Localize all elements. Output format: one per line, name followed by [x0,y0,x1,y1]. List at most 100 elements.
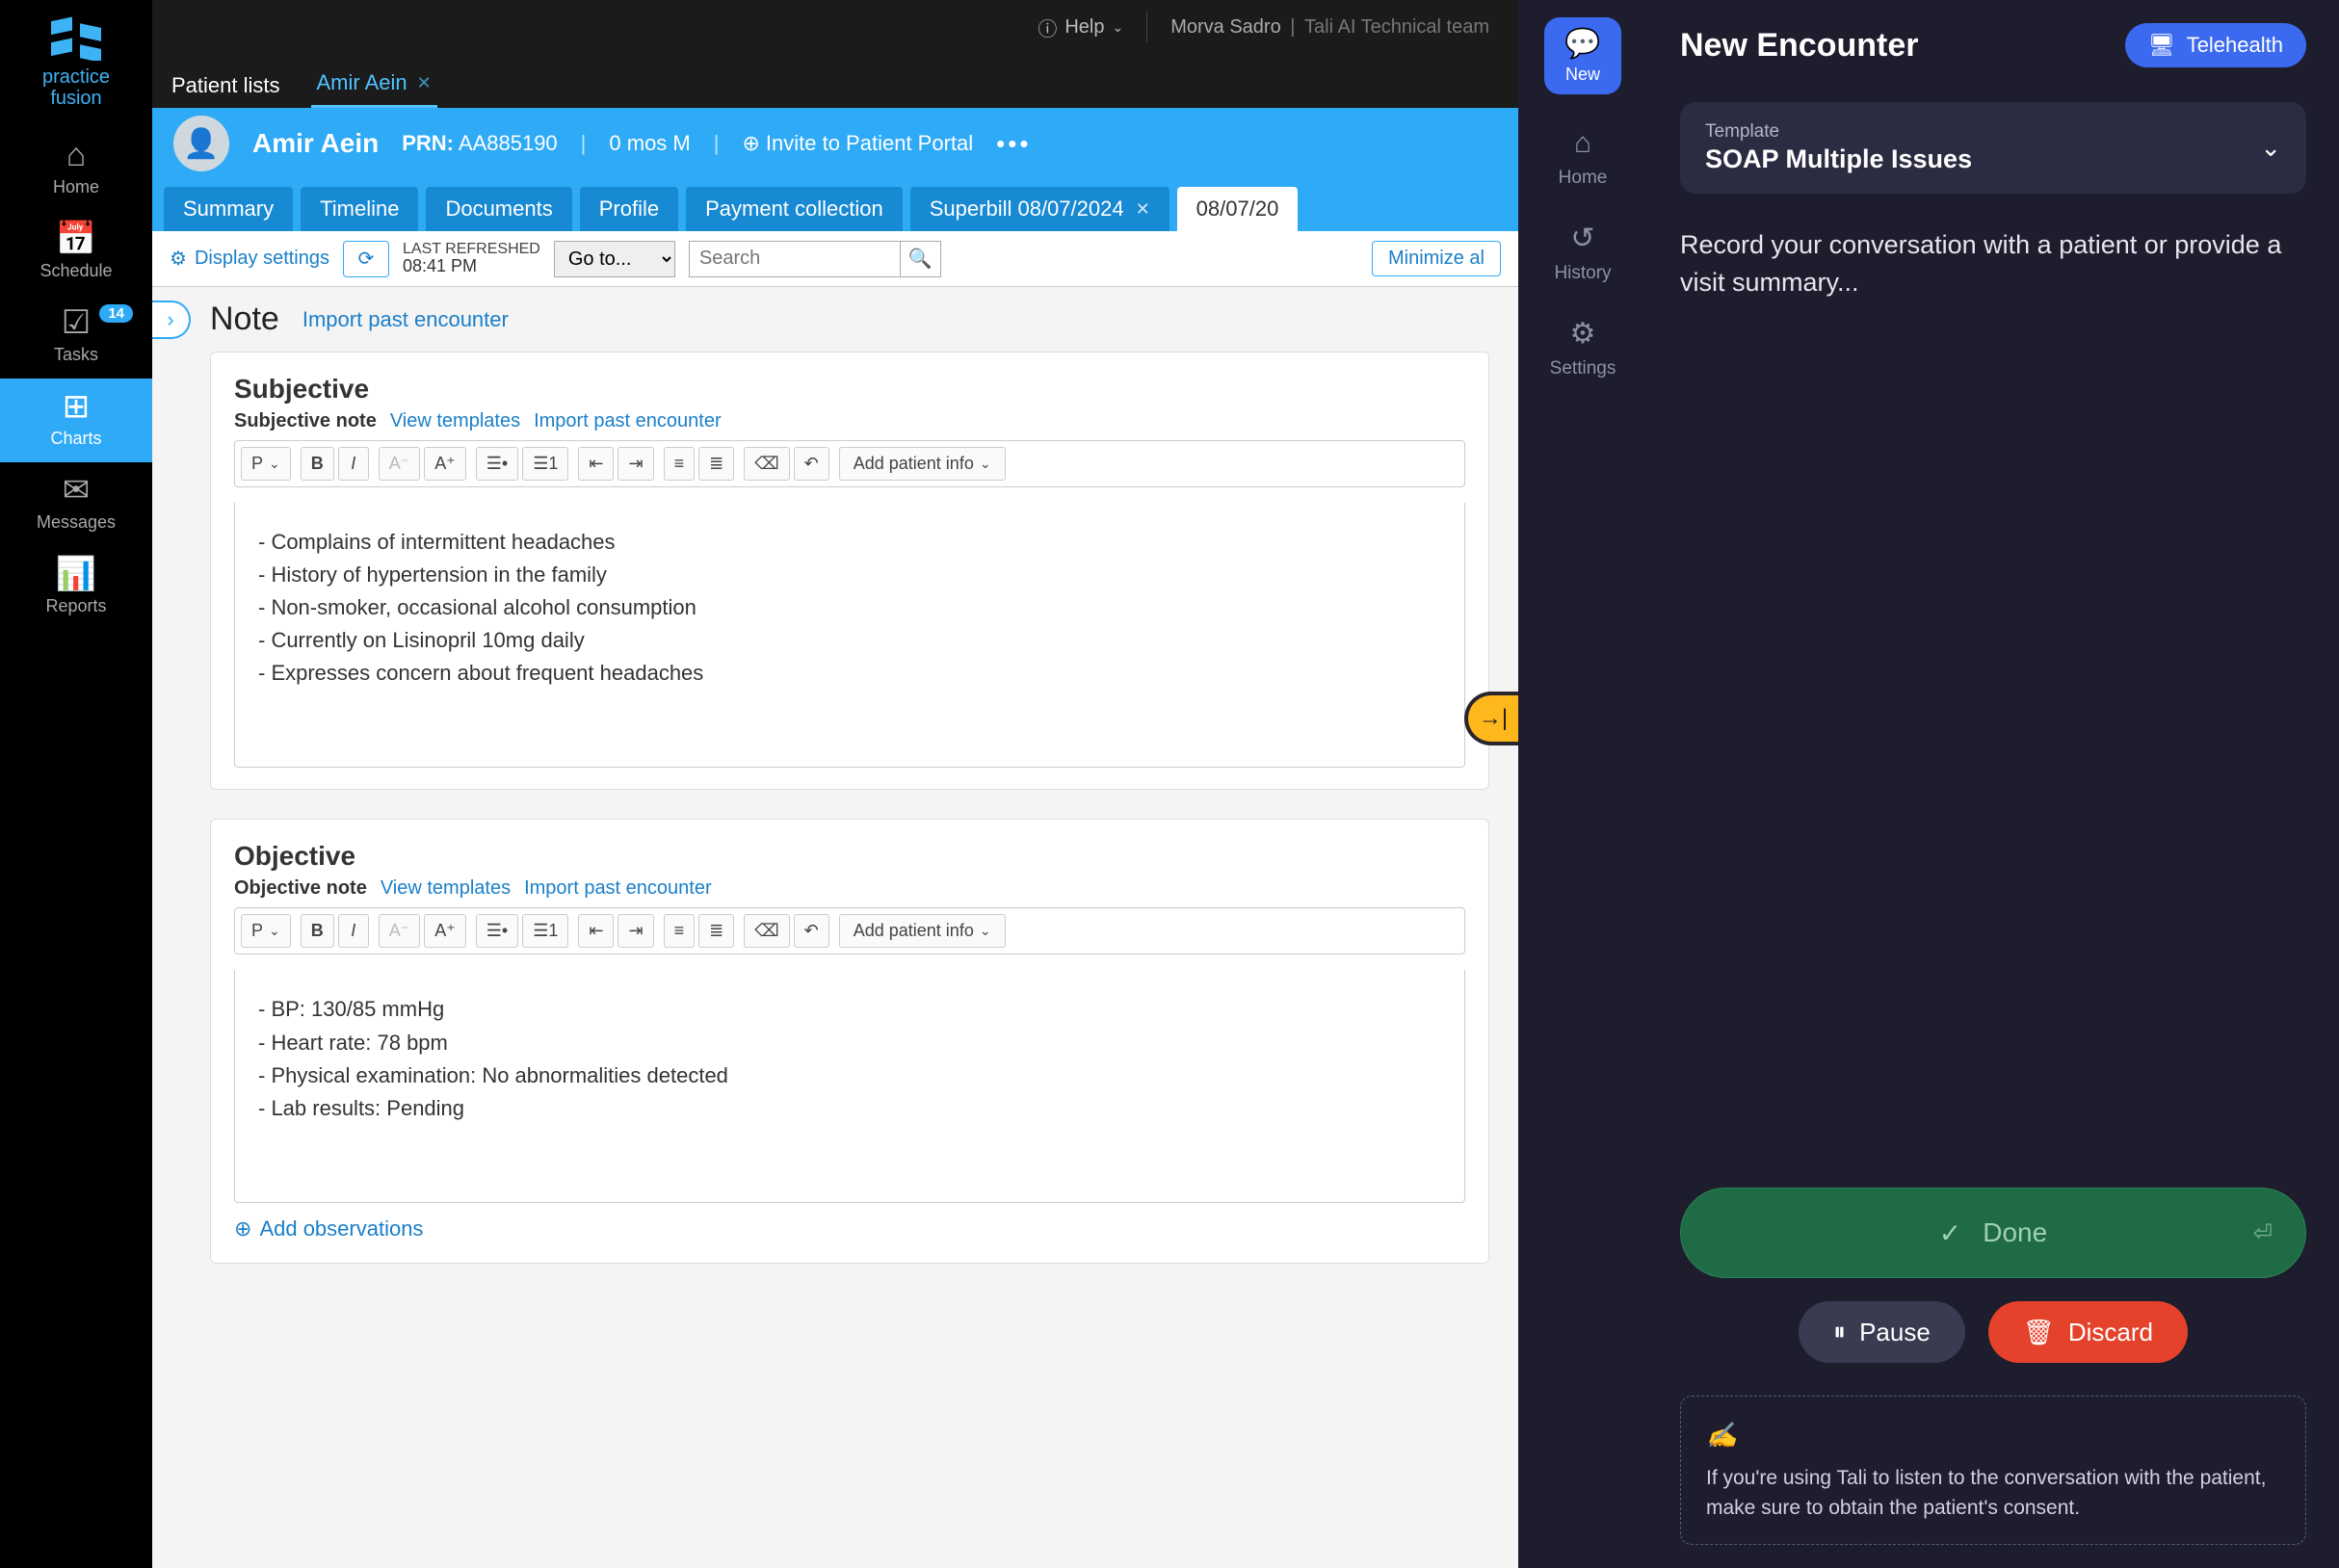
indent-button[interactable]: ⇥ [618,447,653,481]
indent-button[interactable]: ⇥ [618,914,653,948]
enter-key-icon: ⏎ [2253,1219,2273,1247]
invite-link[interactable]: ⊕Invite to Patient Portal [742,131,973,156]
done-button[interactable]: ✓Done⏎ [1680,1188,2306,1278]
bold-button[interactable]: B [301,914,334,948]
main-tabs: Patient lists Amir Aein✕ [152,54,1518,108]
help-icon: ⓘ [1038,13,1057,41]
pause-icon: ⏸ [1833,1317,1846,1347]
history-icon: ↺ [1570,222,1594,255]
calendar-icon: 📅 [0,222,152,255]
ul-button[interactable]: ☰• [476,447,518,481]
pf-logo: practice fusion [28,13,124,110]
minimize-button[interactable]: Minimize al [1372,241,1501,276]
subtab-profile[interactable]: Profile [580,187,678,231]
objective-heading: Objective [234,841,1465,872]
objective-text[interactable]: - BP: 130/85 mmHg - Heart rate: 78 bpm -… [234,970,1465,1202]
search-button[interactable]: 🔍 [901,241,941,277]
goto-select[interactable]: Go to... [554,241,675,277]
subtab-superbill[interactable]: Superbill 08/07/2024✕ [910,187,1170,231]
tali-history[interactable]: ↺History [1554,222,1611,284]
close-icon[interactable]: ✕ [1136,199,1150,220]
subjective-heading: Subjective [234,374,1465,405]
italic-button[interactable]: I [338,914,369,948]
topbar: ⓘHelp⌄ Morva Sadro | Tali AI Technical t… [152,0,1518,54]
font-size-up-button[interactable]: A⁺ [424,914,466,948]
paragraph-style-select[interactable]: P⌄ [241,447,291,481]
italic-button[interactable]: I [338,447,369,481]
close-icon[interactable]: ✕ [417,73,432,93]
nav-tasks[interactable]: ☑Tasks14 [0,295,152,379]
tab-patient[interactable]: Amir Aein✕ [311,61,437,108]
eraser-button[interactable]: ⌫ [744,914,789,948]
bold-button[interactable]: B [301,447,334,481]
more-menu[interactable]: ••• [996,129,1031,159]
nav-charts[interactable]: ⊞Charts [0,379,152,462]
avatar: 👤 [173,116,229,171]
nav-reports[interactable]: 📊Reports [0,546,152,630]
add-observations-link[interactable]: ⊕Add observations [234,1216,1465,1241]
align-right-button[interactable]: ≣ [698,914,734,948]
expand-sidebar-button[interactable]: › [152,301,191,339]
nav-messages[interactable]: ✉Messages [0,462,152,546]
eraser-button[interactable]: ⌫ [744,447,789,481]
chevron-right-icon: › [167,307,173,332]
font-size-down-button[interactable]: A⁻ [379,447,421,481]
view-templates-link[interactable]: View templates [390,410,520,431]
tali-settings[interactable]: ⚙Settings [1550,317,1616,379]
home-icon: ⌂ [1574,127,1591,160]
nav-schedule[interactable]: 📅Schedule [0,211,152,295]
ul-button[interactable]: ☰• [476,914,518,948]
nav-home[interactable]: ⌂Home [0,127,152,211]
view-templates-link[interactable]: View templates [381,877,511,899]
tasks-badge: 14 [99,304,133,323]
collapse-panel-button[interactable]: →| [1464,692,1518,745]
subtab-documents[interactable]: Documents [426,187,571,231]
chat-icon: 💬 [1564,27,1600,61]
rte-toolbar: P⌄ B I A⁻ A⁺ ☰• ☰1 ⇤ ⇥ [234,440,1465,487]
subtab-summary[interactable]: Summary [164,187,293,231]
ol-button[interactable]: ☰1 [522,914,568,948]
patient-name: Amir Aein [252,128,379,159]
display-settings[interactable]: ⚙Display settings [170,247,329,271]
import-encounter-link[interactable]: Import past encounter [534,410,722,431]
content-area: › →| Note Import past encounter Subjecti… [152,287,1518,1568]
plus-circle-icon: ⊕ [742,131,759,156]
align-left-button[interactable]: ≡ [664,447,696,481]
template-selector[interactable]: Template SOAP Multiple Issues ⌄ [1680,102,2306,194]
last-refreshed: LAST REFRESHED08:41 PM [403,241,540,276]
align-right-button[interactable]: ≣ [698,447,734,481]
ol-button[interactable]: ☰1 [522,447,568,481]
note-title: Note [210,301,279,338]
search-input[interactable] [689,241,901,277]
chevron-down-icon: ⌄ [269,456,280,472]
reload-button[interactable]: ⟳ [343,241,389,277]
outdent-button[interactable]: ⇤ [578,447,614,481]
add-patient-info-button[interactable]: Add patient info⌄ [839,447,1006,481]
gear-icon: ⚙ [1570,317,1596,351]
topbar-user[interactable]: Morva Sadro | Tali AI Technical team [1170,16,1489,39]
subtab-encounter[interactable]: 08/07/20 [1177,187,1299,231]
pf-logo-text: practice fusion [28,66,124,109]
add-patient-info-button[interactable]: Add patient info⌄ [839,914,1006,948]
undo-button[interactable]: ↶ [794,447,829,481]
subjective-text[interactable]: - Complains of intermittent headaches - … [234,503,1465,768]
main-column: ⓘHelp⌄ Morva Sadro | Tali AI Technical t… [152,0,1518,1568]
paragraph-style-select[interactable]: P⌄ [241,914,291,948]
font-size-down-button[interactable]: A⁻ [379,914,421,948]
font-size-up-button[interactable]: A⁺ [424,447,466,481]
subtab-timeline[interactable]: Timeline [301,187,418,231]
undo-button[interactable]: ↶ [794,914,829,948]
tali-new-button[interactable]: 💬New [1544,17,1621,94]
import-encounter-link[interactable]: Import past encounter [302,307,509,332]
outdent-button[interactable]: ⇤ [578,914,614,948]
note-toolbar: ⚙Display settings ⟳ LAST REFRESHED08:41 … [152,231,1518,287]
import-encounter-link[interactable]: Import past encounter [524,877,712,899]
pause-button[interactable]: ⏸Pause [1799,1301,1965,1363]
telehealth-button[interactable]: 🖥Telehealth [2125,23,2306,67]
align-left-button[interactable]: ≡ [664,914,696,948]
subtab-payment[interactable]: Payment collection [686,187,903,231]
discard-button[interactable]: 🗑Discard [1988,1301,2188,1363]
tab-patient-lists[interactable]: Patient lists [166,64,286,108]
tali-home[interactable]: ⌂Home [1559,127,1608,189]
help-menu[interactable]: ⓘHelp⌄ [1038,13,1123,41]
